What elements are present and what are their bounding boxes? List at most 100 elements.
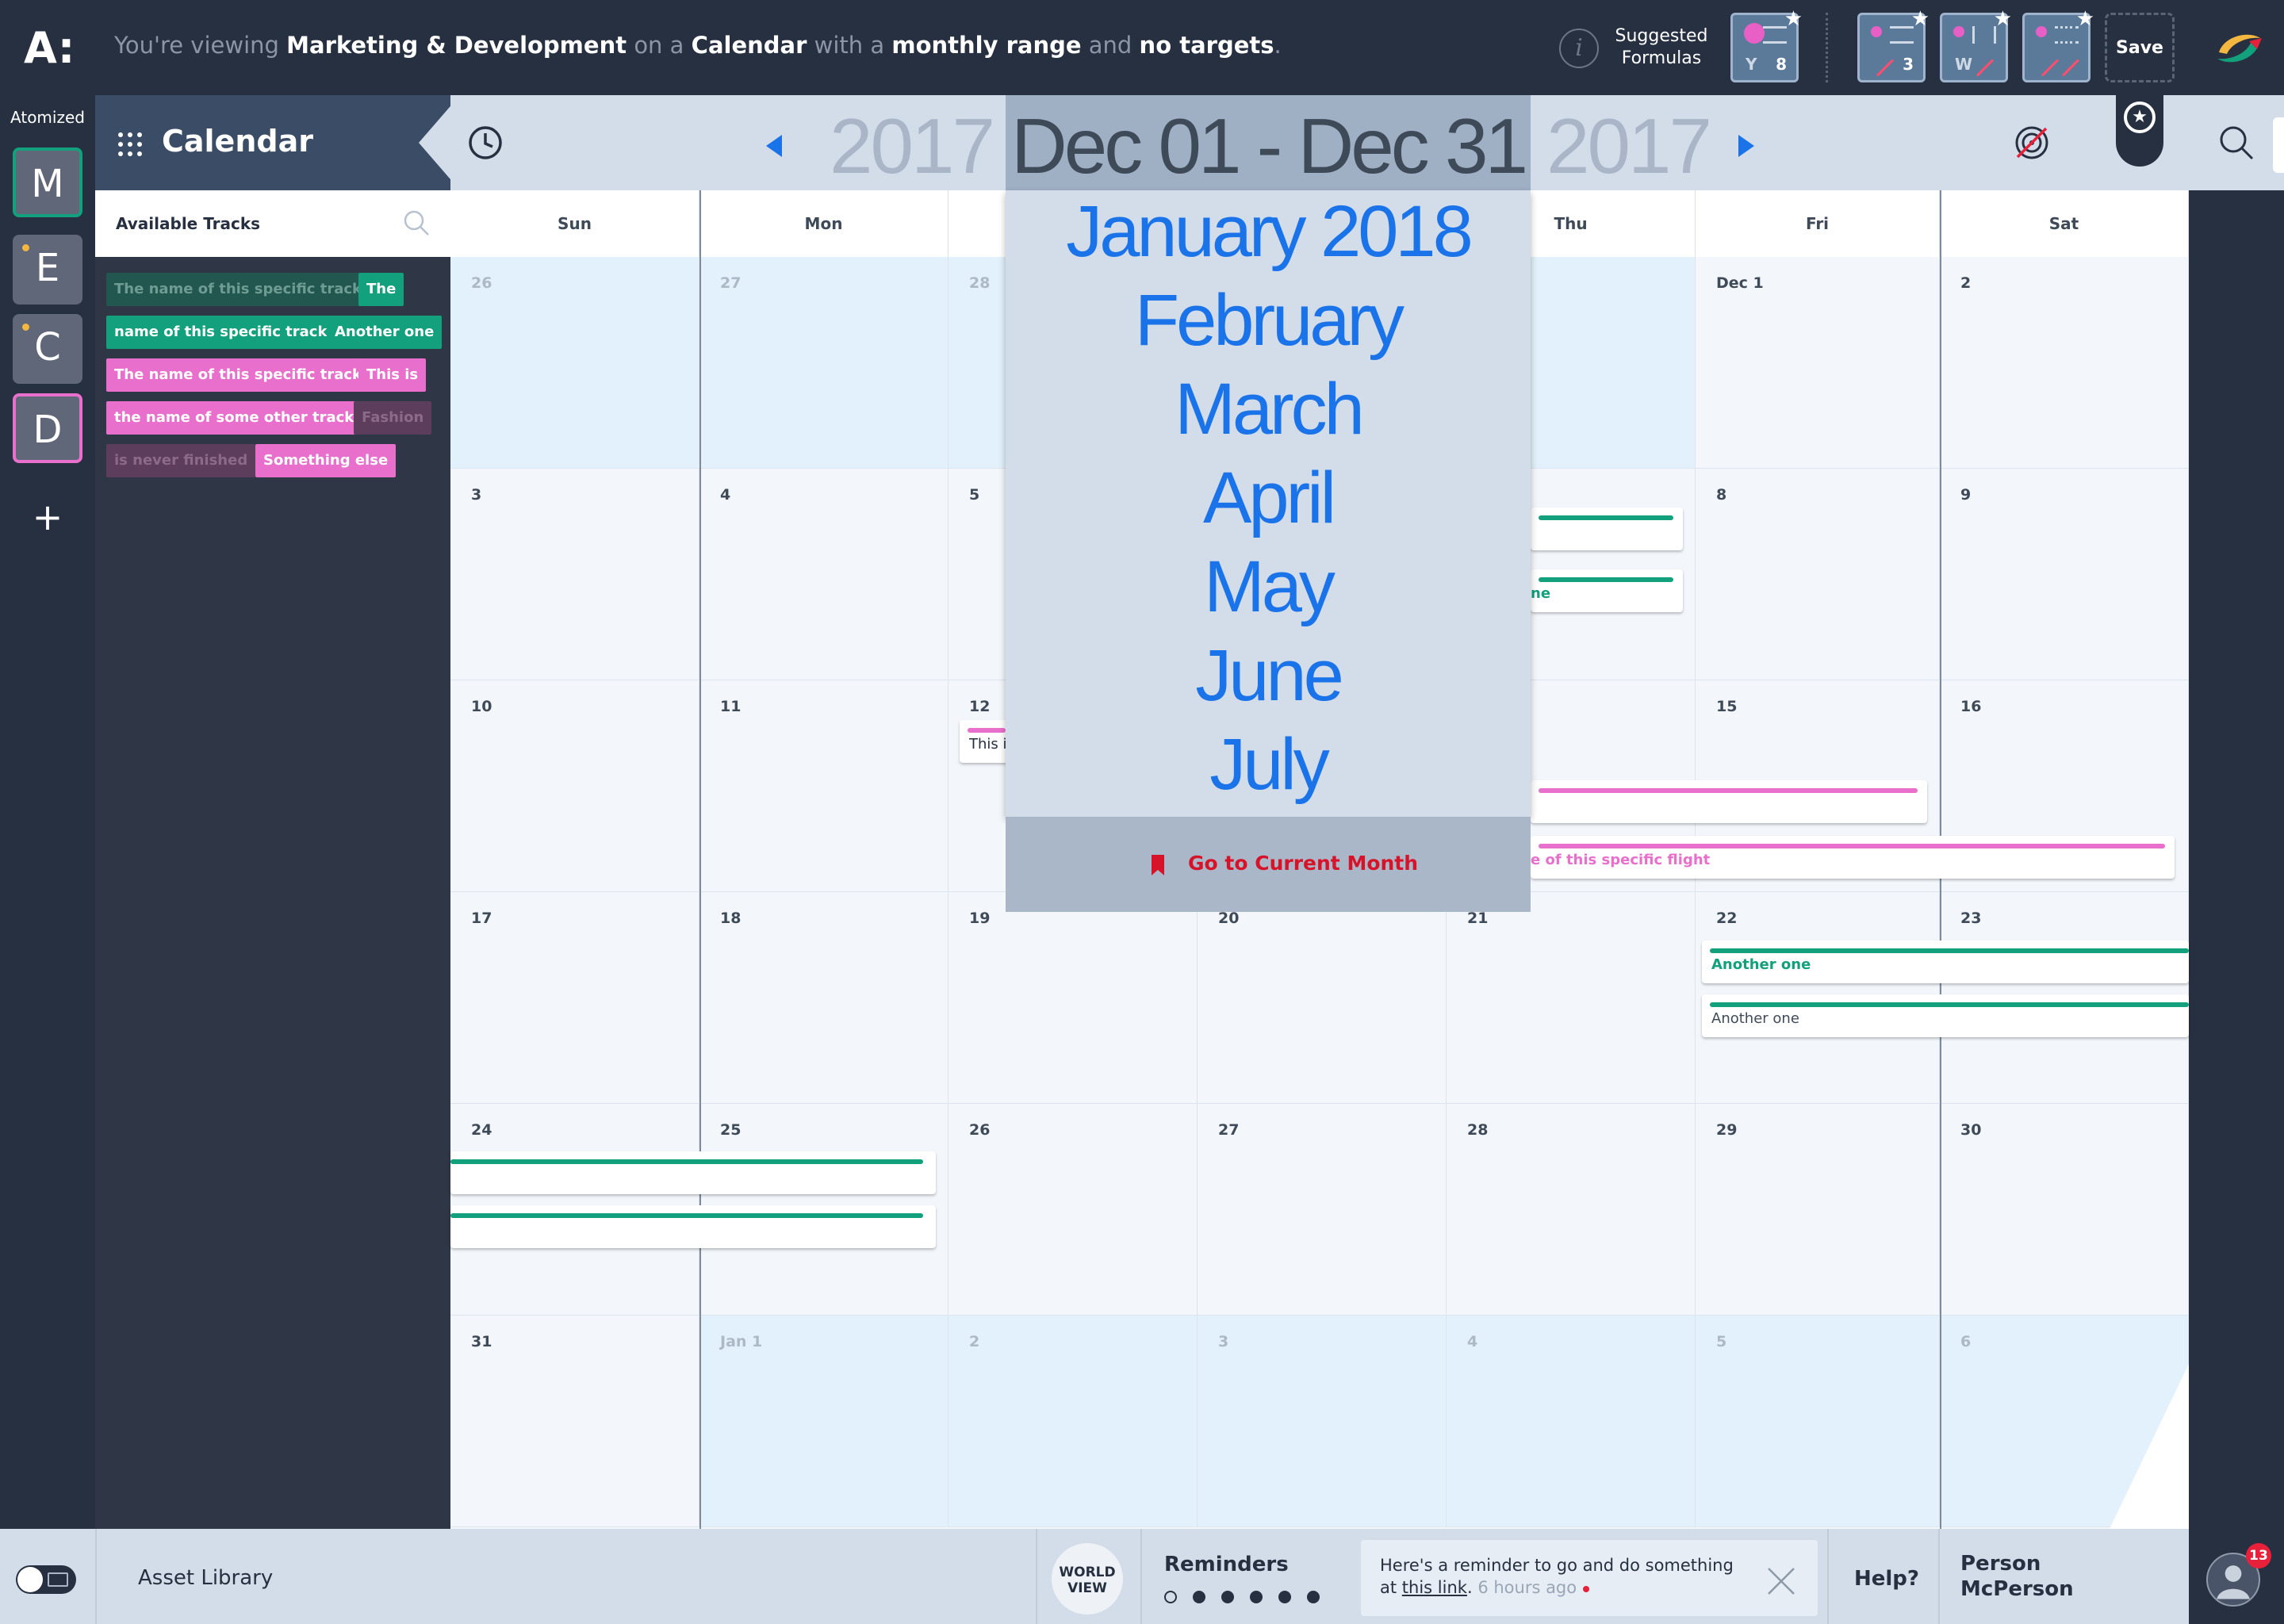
reminder-page-dot[interactable] (1278, 1591, 1291, 1603)
month-option[interactable]: May (1006, 546, 1531, 629)
search-icon[interactable] (2217, 124, 2255, 162)
calendar-day-cell[interactable]: 19 (948, 892, 1198, 1104)
view-summary-view[interactable]: Calendar (692, 32, 807, 59)
month-option[interactable]: February (1006, 279, 1531, 362)
calendar-day-cell[interactable]: 26 (450, 257, 699, 469)
month-option[interactable]: March (1006, 368, 1531, 451)
reminder-page-dot[interactable] (1307, 1591, 1320, 1603)
calendar-event[interactable]: e of this specific flight (1531, 836, 2175, 879)
month-option[interactable]: January 2018 (1006, 190, 1531, 274)
view-summary-targets[interactable]: no targets (1140, 32, 1274, 59)
calendar-day-cell[interactable]: 27 (1198, 1104, 1447, 1316)
calendar-day-cell[interactable]: 2 (948, 1316, 1198, 1527)
track-chip[interactable]: The (358, 273, 404, 306)
calendar-day-cell[interactable]: 11 (699, 680, 948, 892)
month-option[interactable]: July (1006, 723, 1531, 806)
add-event-button[interactable] (2110, 1364, 2189, 1529)
calendar-event[interactable]: ne (1531, 569, 1683, 612)
reminder-link[interactable]: this link (1402, 1578, 1467, 1597)
calendar-day-cell[interactable]: 8 (1696, 469, 1940, 680)
calendar-event[interactable] (1531, 780, 1927, 823)
star-icon[interactable]: ★ (1911, 7, 1930, 31)
apps-grid-icon[interactable] (116, 130, 144, 159)
calendar-day-cell[interactable]: 31 (450, 1316, 699, 1527)
reminder-page-dot[interactable] (1221, 1591, 1234, 1603)
view-summary-range[interactable]: monthly range (891, 32, 1081, 59)
formula-card-yearly[interactable]: ★ Y 8 (1730, 7, 1803, 82)
calendar-day-cell[interactable]: 3 (450, 469, 699, 680)
calendar-day-cell[interactable]: Jan 1 (699, 1316, 948, 1527)
track-chip[interactable]: The name of this specific track (106, 358, 370, 392)
reminder-page-dot[interactable] (1250, 1591, 1263, 1603)
search-icon[interactable] (403, 209, 430, 236)
track-chip[interactable]: name of this specific track (106, 316, 335, 349)
track-chip[interactable]: This is (358, 358, 427, 392)
add-workspace-button[interactable]: + (24, 493, 71, 541)
calendar-event[interactable] (450, 1205, 936, 1248)
calendar-day-cell[interactable]: 10 (450, 680, 699, 892)
workspace-e[interactable]: E (13, 235, 82, 304)
formula-card-2[interactable]: ★ 3 (1857, 7, 1930, 82)
calendar-day-cell[interactable]: 29 (1696, 1104, 1940, 1316)
calendar-day-cell[interactable]: 3 (1198, 1316, 1447, 1527)
calendar-event[interactable]: Another one (1702, 994, 2189, 1037)
formula-card-4[interactable]: ★ (2022, 7, 2094, 82)
image-toggle[interactable] (16, 1565, 76, 1594)
side-panel-handle[interactable] (2273, 117, 2284, 173)
calendar-day-cell[interactable]: 5 (1696, 1316, 1940, 1527)
view-summary-team[interactable]: Marketing & Development (286, 32, 627, 59)
star-icon[interactable]: ★ (1994, 7, 2012, 31)
calendar-day-cell[interactable]: 28 (1447, 1104, 1696, 1316)
month-option[interactable]: June (1006, 634, 1531, 718)
track-chip[interactable]: Fashion (354, 401, 432, 435)
brand-swoosh-icon[interactable] (2213, 22, 2265, 75)
calendar-day-cell[interactable]: 21 (1447, 892, 1696, 1104)
calendar-day-cell[interactable]: 18 (699, 892, 948, 1104)
close-icon[interactable] (1765, 1565, 1797, 1597)
app-logo[interactable]: A: (24, 24, 75, 73)
workspace-c[interactable]: C (13, 314, 82, 384)
calendar-event[interactable]: Another one (1702, 940, 2189, 983)
calendar-day-cell[interactable]: 17 (450, 892, 699, 1104)
info-icon[interactable]: i (1559, 29, 1599, 68)
notification-badge[interactable]: 13 (2246, 1543, 2271, 1568)
previous-year[interactable]: 2017 (830, 102, 995, 191)
star-icon[interactable]: ★ (2076, 7, 2094, 31)
calendar-day-cell[interactable]: 26 (948, 1104, 1198, 1316)
previous-range-arrow[interactable] (766, 135, 782, 157)
track-chip[interactable]: Another one (327, 316, 443, 349)
calendar-day-cell[interactable]: 30 (1940, 1104, 2189, 1316)
current-range[interactable]: Dec 01 - Dec 31 (1006, 102, 1531, 191)
calendar-day-cell[interactable]: 4 (699, 469, 948, 680)
calendar-day-cell[interactable]: 2 (1940, 257, 2189, 469)
calendar-day-cell[interactable]: 20 (1198, 892, 1447, 1104)
save-button[interactable]: Save (2105, 13, 2175, 82)
calendar-day-cell[interactable]: 27 (699, 257, 948, 469)
formula-card-weekly[interactable]: ★ W (1940, 7, 2012, 82)
track-chip[interactable]: The name of this specific track (106, 273, 370, 306)
workspace-d[interactable]: D (13, 393, 82, 463)
world-view-button[interactable]: WORLD VIEW (1052, 1543, 1123, 1614)
next-year[interactable]: 2017 (1546, 102, 1712, 191)
reminder-page-dot[interactable] (1164, 1591, 1177, 1603)
calendar-day-cell[interactable]: 9 (1940, 469, 2189, 680)
calendar-day-cell[interactable]: Dec 1 (1696, 257, 1940, 469)
asset-library-link[interactable]: Asset Library (138, 1566, 273, 1590)
history-clock-icon[interactable] (466, 124, 504, 162)
pin-tab[interactable]: ★ (2116, 95, 2163, 167)
month-option[interactable]: April (1006, 457, 1531, 540)
calendar-event[interactable] (450, 1151, 936, 1194)
user-name[interactable]: Person McPerson (1960, 1551, 2074, 1602)
plus-icon[interactable]: + (2211, 1448, 2251, 1496)
reminder-page-dot[interactable] (1193, 1591, 1205, 1603)
calendar-day-cell[interactable]: 4 (1447, 1316, 1696, 1527)
no-targets-icon[interactable] (2013, 124, 2051, 162)
next-range-arrow[interactable] (1738, 135, 1754, 157)
track-chip[interactable]: is never finished (106, 444, 256, 477)
track-chip[interactable]: Something else (255, 444, 397, 477)
calendar-event[interactable] (1531, 508, 1683, 550)
star-icon[interactable]: ★ (1784, 7, 1803, 31)
workspace-m[interactable]: M (13, 147, 82, 217)
help-link[interactable]: Help? (1854, 1567, 1919, 1591)
track-chip[interactable]: the name of some other track (106, 401, 362, 435)
